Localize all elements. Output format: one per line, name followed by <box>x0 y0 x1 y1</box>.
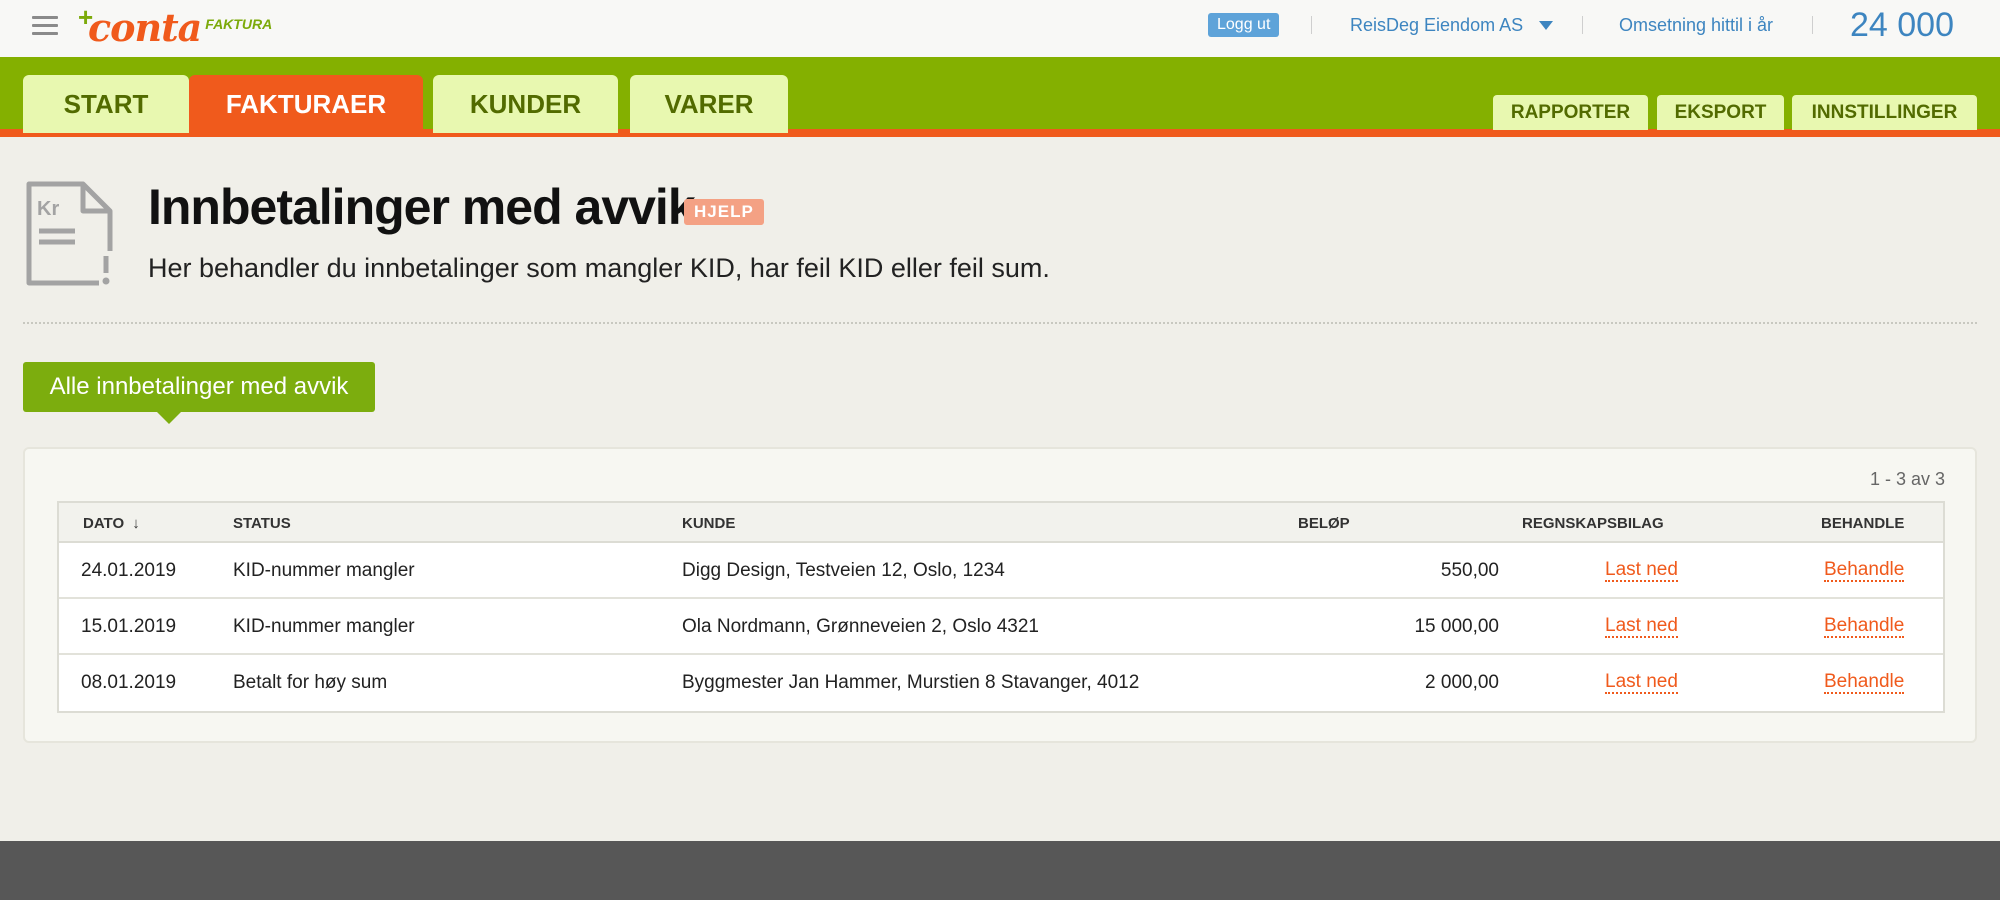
logo-sub: FAKTURA <box>205 16 273 32</box>
logo-plus-icon: + <box>78 2 94 32</box>
tab-innstillinger[interactable]: INNSTILLINGER <box>1792 95 1977 130</box>
divider <box>1582 16 1583 34</box>
row-date: 15.01.2019 <box>81 616 177 637</box>
section-divider <box>23 322 1977 324</box>
column-header-status[interactable]: STATUS <box>233 515 291 532</box>
row-status: Betalt for høy sum <box>233 672 388 693</box>
row-amount: 550,00 <box>1440 560 1499 581</box>
tab-start[interactable]: START <box>23 75 189 133</box>
tab-kunder[interactable]: KUNDER <box>433 75 618 133</box>
process-payment-link[interactable]: Behandle <box>1824 672 1905 694</box>
row-date: 24.01.2019 <box>81 560 177 581</box>
row-customer: Digg Design, Testveien 12, Oslo, 1234 <box>682 560 1005 581</box>
company-selector[interactable]: ReisDeg Eiendom AS <box>1350 15 1554 36</box>
table-row: 24.01.2019 KID-nummer mangler Digg Desig… <box>59 543 1943 599</box>
process-payment-link[interactable]: Behandle <box>1824 616 1905 638</box>
company-name: ReisDeg Eiendom AS <box>1350 15 1524 35</box>
download-voucher-link[interactable]: Last ned <box>1605 560 1678 582</box>
revenue-label: Omsetning hittil i år <box>1619 15 1774 35</box>
row-date: 08.01.2019 <box>81 672 177 693</box>
column-header-voucher: REGNSKAPSBILAG <box>1522 515 1664 532</box>
column-header-action: BEHANDLE <box>1821 515 1905 532</box>
row-status: KID-nummer mangler <box>233 616 415 637</box>
doc-icon-text: Kr <box>37 198 59 220</box>
row-amount: 15 000,00 <box>1414 616 1499 637</box>
divider <box>1812 16 1813 34</box>
logout-button[interactable]: Logg ut <box>1208 13 1280 37</box>
filter-all-deviations-button[interactable]: Alle innbetalinger med avvik <box>23 362 375 424</box>
column-header-customer[interactable]: KUNDE <box>682 515 735 532</box>
payment-document-icon: Kr <box>26 181 113 287</box>
chevron-down-icon <box>1539 21 1554 30</box>
tab-rapporter[interactable]: RAPPORTER <box>1493 95 1648 130</box>
download-voucher-link[interactable]: Last ned <box>1605 672 1678 694</box>
revenue-value: 24 000 <box>1850 6 1954 44</box>
page-title: Innbetalinger med avvik <box>148 179 696 235</box>
column-header-date-label: DATO <box>83 515 125 532</box>
footer-bar <box>0 841 2000 900</box>
tab-eksport[interactable]: EKSPORT <box>1657 95 1784 130</box>
row-amount: 2 000,00 <box>1425 672 1499 693</box>
download-voucher-link[interactable]: Last ned <box>1605 616 1678 638</box>
page-subtitle: Her behandler du innbetalinger som mangl… <box>148 253 1050 283</box>
table-row: 08.01.2019 Betalt for høy sum Byggmester… <box>59 655 1943 711</box>
column-header-date[interactable]: DATO ↓ <box>83 515 140 532</box>
table-header: DATO ↓ STATUS KUNDE BELØP REGNSKAPSBILAG… <box>59 503 1943 543</box>
help-button[interactable]: HJELP <box>684 199 764 225</box>
payments-table: DATO ↓ STATUS KUNDE BELØP REGNSKAPSBILAG… <box>57 501 1945 713</box>
process-payment-link[interactable]: Behandle <box>1824 560 1905 582</box>
menu-icon[interactable] <box>32 16 58 36</box>
pagination-info: 1 - 3 av 3 <box>1869 469 1945 489</box>
tab-fakturaer[interactable]: FAKTURAER <box>189 75 423 133</box>
sort-arrow-icon: ↓ <box>132 515 140 532</box>
top-bar: + conta FAKTURA Logg ut ReisDeg Eiendom … <box>0 0 2000 57</box>
row-customer: Ola Nordmann, Grønneveien 2, Oslo 4321 <box>682 616 1039 637</box>
tab-varer[interactable]: VARER <box>630 75 788 133</box>
row-status: KID-nummer mangler <box>233 560 415 581</box>
payments-panel: 1 - 3 av 3 DATO ↓ STATUS KUNDE BELØP REG… <box>23 447 1977 743</box>
table-row: 15.01.2019 KID-nummer mangler Ola Nordma… <box>59 599 1943 655</box>
row-customer: Byggmester Jan Hammer, Murstien 8 Stavan… <box>682 672 1140 693</box>
column-header-amount[interactable]: BELØP <box>1298 515 1350 532</box>
logo-brand: conta <box>88 5 202 50</box>
conta-logo[interactable]: + conta FAKTURA <box>78 2 273 50</box>
divider <box>1311 16 1312 34</box>
